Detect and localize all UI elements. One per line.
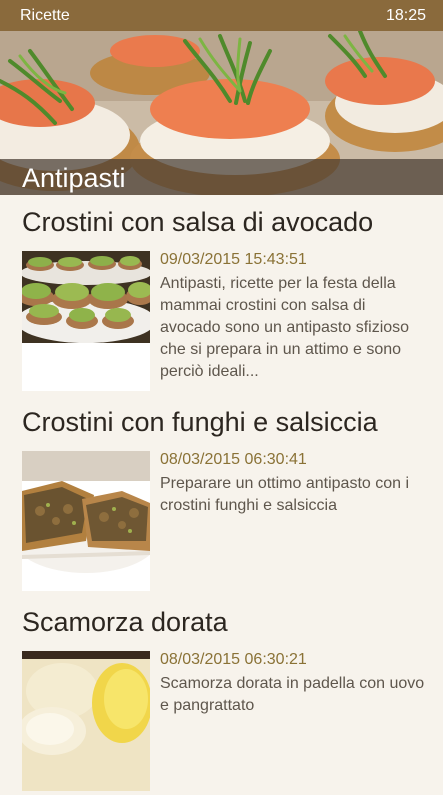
recipe-item[interactable]: Crostini con funghi e salsiccia 08/03/20… [0,395,443,595]
recipe-item[interactable]: Scamorza dorata 08/03/2015 06:30:21 Scam… [0,595,443,795]
recipe-title[interactable]: Crostini con funghi e salsiccia [22,407,378,438]
recipe-item[interactable]: Crostini con salsa di avocado 09/03/2015… [0,195,443,395]
recipe-title[interactable]: Crostini con salsa di avocado [22,207,373,238]
recipe-thumbnail[interactable] [22,251,150,391]
app-name: Ricette [20,6,70,24]
recipe-thumbnail[interactable] [22,651,150,791]
recipe-description: Scamorza dorata in padella con uovo e pa… [160,675,425,714]
status-bar: Ricette 18:25 [0,0,443,31]
recipe-date: 08/03/2015 06:30:21 [160,651,307,668]
recipe-description: Preparare un ottimo antipasto con i cros… [160,475,410,514]
recipe-date: 09/03/2015 15:43:51 [160,251,307,268]
recipe-description: Antipasti, ricette per la festa della ma… [160,275,410,380]
section-title: Antipasti [22,163,126,193]
recipe-thumbnail[interactable] [22,451,150,591]
recipe-date: 08/03/2015 06:30:41 [160,451,307,468]
clock: 18:25 [385,6,426,24]
recipe-list: Crostini con salsa di avocado 09/03/2015… [0,195,443,795]
recipe-title[interactable]: Scamorza dorata [22,607,228,638]
